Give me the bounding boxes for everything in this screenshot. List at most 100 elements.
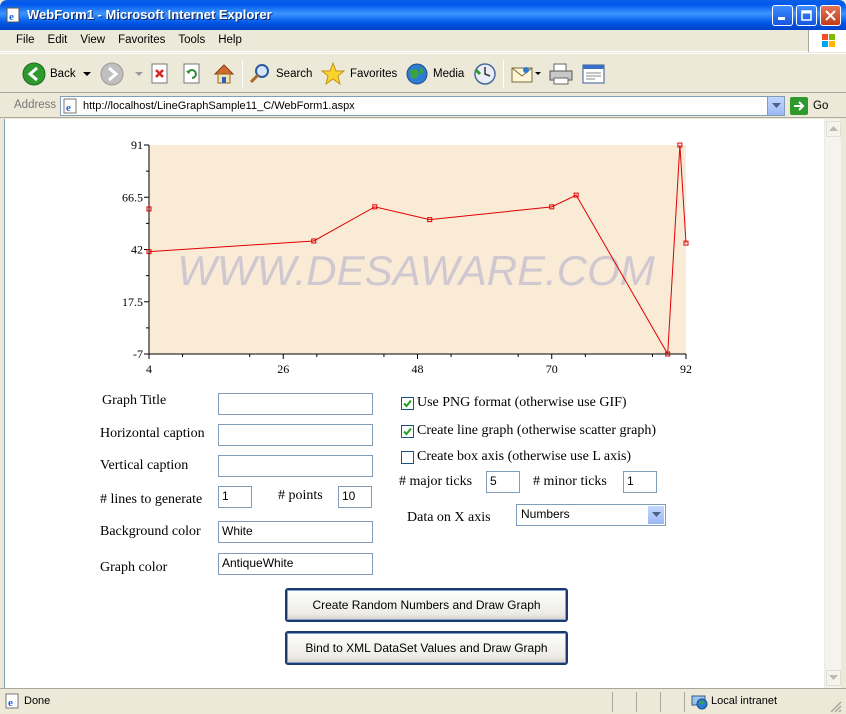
favorites-label: Favorites (350, 68, 398, 80)
png-format-label: Use PNG format (otherwise use GIF) (417, 395, 627, 410)
vertical-scrollbar[interactable] (824, 119, 841, 688)
menu-tools[interactable]: Tools (178, 34, 205, 46)
forward-arrow-icon (100, 62, 124, 86)
background-color-label: Background color (100, 524, 201, 539)
close-button[interactable] (820, 5, 841, 26)
bind-xml-dataset-button[interactable]: Bind to XML DataSet Values and Draw Grap… (285, 631, 568, 665)
back-button[interactable]: Back (22, 61, 92, 87)
graph-color-label: Graph color (100, 560, 168, 575)
graph-color-input[interactable]: AntiqueWhite (218, 553, 373, 575)
address-label: Address (14, 99, 57, 111)
minor-ticks-label: # minor ticks (533, 474, 607, 489)
background-color-input[interactable]: White (218, 521, 373, 543)
toolbar: Back Search Favorites Media (0, 53, 846, 93)
graph-title-label: Graph Title (102, 393, 167, 408)
box-axis-checkbox[interactable] (401, 451, 414, 464)
chevron-down-icon[interactable] (82, 69, 92, 79)
y-tick-label: 91 (131, 138, 143, 152)
resize-grip-icon[interactable] (828, 699, 842, 713)
edit-page-icon (582, 64, 605, 84)
refresh-button[interactable] (182, 61, 202, 87)
chevron-down-icon (829, 675, 838, 680)
major-ticks-input[interactable]: 5 (486, 471, 520, 493)
stop-icon (151, 63, 168, 84)
status-text: Done (24, 695, 51, 707)
x-tick-label: 70 (546, 362, 558, 376)
mail-button[interactable] (510, 61, 542, 87)
status-cell (636, 692, 660, 712)
go-arrow-icon (790, 97, 808, 115)
page-content: WWW.DESAWARE.COM 91 66.5 42 17.5 -7 4 26 48 70 92… (4, 119, 824, 688)
line-chart: WWW.DESAWARE.COM 91 66.5 42 17.5 -74 26 48 70 92 (122, 138, 692, 376)
x-tick-label: 92 (680, 362, 692, 376)
menu-favorites[interactable]: Favorites (118, 34, 165, 46)
select-dropdown-button[interactable] (648, 506, 664, 524)
chevron-down-icon (651, 512, 661, 517)
chevron-down-icon (771, 103, 781, 108)
points-input[interactable]: 10 (338, 486, 372, 508)
menu-file[interactable]: File (16, 34, 35, 46)
menu-edit[interactable]: Edit (48, 34, 68, 46)
chevron-down-icon[interactable] (534, 69, 542, 79)
svg-text:e: e (8, 697, 13, 709)
box-axis-label: Create box axis (otherwise use L axis) (417, 449, 632, 464)
maximize-icon (801, 10, 812, 21)
scroll-up-button[interactable] (826, 121, 841, 137)
x-tick-label: 48 (412, 362, 424, 376)
y-tick-label: 42 (131, 243, 143, 257)
svg-text:e: e (66, 102, 71, 114)
stop-button[interactable] (150, 61, 170, 87)
y-tick-label: 66.5 (122, 190, 143, 204)
data-x-axis-select[interactable]: Numbers (516, 504, 666, 526)
data-x-axis-value: Numbers (521, 507, 570, 521)
home-button[interactable] (212, 61, 236, 87)
refresh-icon (183, 63, 200, 84)
address-dropdown[interactable] (767, 97, 784, 115)
menu-help[interactable]: Help (218, 34, 242, 46)
horizontal-caption-input[interactable] (218, 424, 373, 446)
go-label: Go (813, 100, 829, 112)
vertical-caption-input[interactable] (218, 455, 373, 477)
x-tick-label: 26 (277, 362, 289, 376)
menu-view[interactable]: View (80, 34, 105, 46)
ie-page-icon: e (6, 7, 20, 23)
scroll-down-button[interactable] (826, 670, 841, 686)
status-cell (612, 692, 636, 712)
forward-button[interactable] (100, 61, 144, 87)
lines-to-generate-input[interactable]: 1 (218, 486, 252, 508)
go-button[interactable]: Go (790, 97, 828, 115)
minimize-button[interactable] (772, 5, 793, 26)
print-button[interactable] (548, 61, 574, 87)
back-arrow-icon (22, 62, 46, 86)
page-done-icon: e (5, 693, 19, 709)
line-graph-checkbox[interactable] (401, 425, 414, 438)
line-graph-label: Create line graph (otherwise scatter gra… (417, 423, 657, 438)
png-format-checkbox[interactable] (401, 397, 414, 410)
toolbar-separator (503, 60, 504, 88)
windows-logo (808, 30, 846, 52)
favorites-button[interactable]: Favorites (320, 61, 397, 87)
svg-text:e: e (9, 11, 14, 23)
address-url: http://localhost/LineGraphSample11_C/Web… (83, 100, 355, 112)
ie-page-icon: e (63, 98, 77, 114)
close-icon (825, 10, 836, 21)
major-ticks-label: # major ticks (399, 474, 473, 489)
maximize-button[interactable] (796, 5, 817, 26)
title-bar[interactable]: e WebForm1 - Microsoft Internet Explorer (0, 0, 846, 30)
points-label: # points (278, 488, 323, 503)
search-button[interactable]: Search (248, 61, 312, 87)
media-button[interactable]: Media (405, 61, 464, 87)
checkmark-icon (403, 399, 412, 408)
checkmark-icon (403, 427, 412, 436)
chevron-down-icon[interactable] (134, 69, 144, 79)
minor-ticks-input[interactable]: 1 (623, 471, 657, 493)
graph-title-input[interactable] (218, 393, 373, 415)
menu-bar: File Edit View Favorites Tools Help (0, 30, 846, 52)
history-button[interactable] (473, 61, 497, 87)
edit-button[interactable] (581, 61, 607, 87)
address-input[interactable]: e http://localhost/LineGraphSample11_C/W… (60, 96, 785, 116)
x-tick-label: 4 (146, 362, 152, 376)
intranet-zone-icon (691, 695, 708, 710)
create-random-graph-button[interactable]: Create Random Numbers and Draw Graph (285, 588, 568, 622)
back-label: Back (50, 68, 76, 80)
